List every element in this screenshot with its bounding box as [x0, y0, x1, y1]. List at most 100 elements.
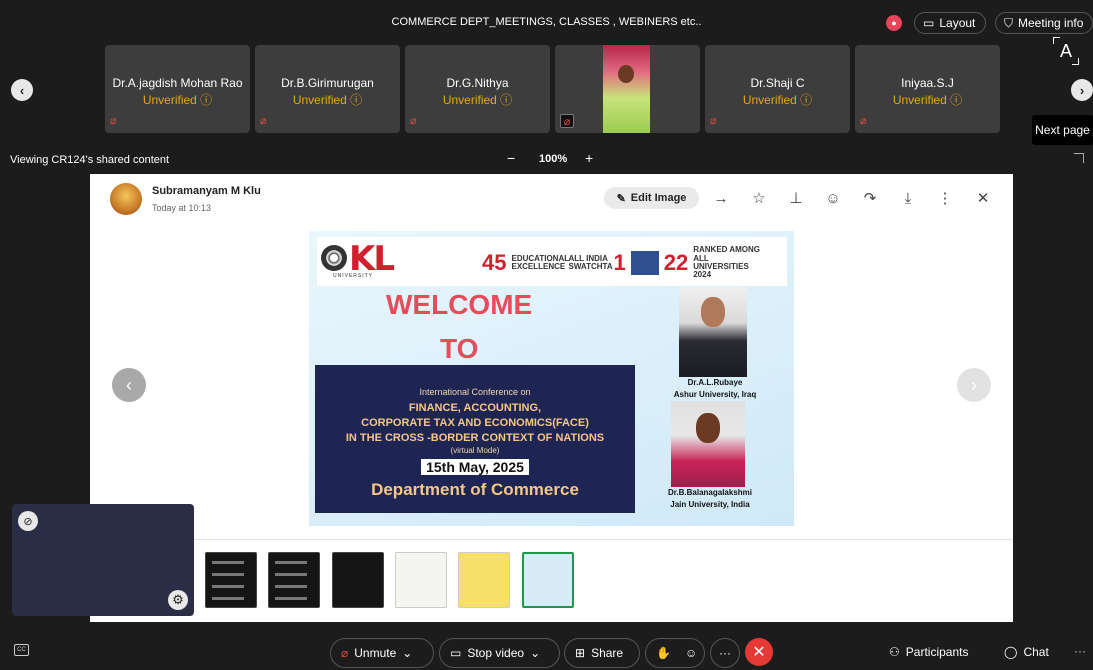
- rank-text: ALL INDIA SWATCHTA: [568, 253, 613, 271]
- text-size-icon[interactable]: A: [1053, 37, 1079, 65]
- viewing-label: Viewing CR124's shared content: [10, 154, 170, 166]
- participant-name: Dr.B.Girimurugan: [281, 76, 374, 90]
- share-icon[interactable]: ↷: [861, 188, 879, 208]
- chat-icon: ◯: [1004, 645, 1018, 659]
- participant-status: Unverified ⓘ: [892, 93, 963, 107]
- participant-status: Unverified ⓘ: [742, 93, 813, 107]
- layout-button[interactable]: ▭ Layout: [914, 12, 986, 34]
- strip-previous-button[interactable]: ‹: [11, 79, 33, 101]
- meeting-info-label: Meeting info: [1018, 16, 1084, 30]
- participant-name: Dr.Shaji C: [750, 76, 805, 90]
- mic-off-icon: ⌀: [260, 115, 267, 127]
- expand-icon[interactable]: [1074, 153, 1084, 163]
- gear-icon[interactable]: ⚙: [168, 590, 188, 610]
- image-thumbnail[interactable]: [458, 552, 510, 608]
- participant-tile[interactable]: Dr.A.jagdish Mohan Rao Unverified ⓘ ⌀: [105, 45, 250, 133]
- reactions-button[interactable]: ✋ ☺: [645, 638, 705, 668]
- pin-icon[interactable]: ⊘: [18, 511, 38, 531]
- conference-details: International Conference on FINANCE, ACC…: [315, 365, 635, 513]
- star-icon[interactable]: ☆: [750, 188, 768, 208]
- shield-icon: ⛉: [1004, 15, 1014, 30]
- mic-off-icon: ⌀: [860, 115, 867, 127]
- participant-tile[interactable]: Dr.Shaji C Unverified ⓘ ⌀: [705, 45, 850, 133]
- participant-video: [603, 45, 650, 133]
- more-icon: ···: [719, 646, 731, 660]
- share-label: Share: [591, 646, 624, 660]
- participant-tile-video[interactable]: ⌀: [555, 45, 700, 133]
- stop-video-label: Stop video: [467, 646, 525, 660]
- participant-name: Dr.A.jagdish Mohan Rao: [112, 76, 243, 90]
- zoom-in-button[interactable]: +: [585, 150, 593, 166]
- welcome-heading: WELCOME: [386, 289, 533, 320]
- image-thumbnail[interactable]: [205, 552, 257, 608]
- layout-label: Layout: [939, 16, 976, 30]
- speaker-caption: Dr.A.L.Rubaye Ashur University, Iraq: [673, 378, 757, 399]
- chevron-down-icon[interactable]: ⌄: [530, 646, 540, 660]
- participant-tile[interactable]: Dr.B.Girimurugan Unverified ⓘ ⌀: [255, 45, 400, 133]
- university-logo: KL UNIVERSITY: [321, 239, 411, 279]
- badge-icon: [630, 251, 659, 275]
- participant-status: Unverified ⓘ: [142, 93, 213, 107]
- unmute-label: Unmute: [354, 646, 397, 660]
- participant-tile[interactable]: Iniyaa.S.J Unverified ⓘ ⌀: [855, 45, 1000, 133]
- unmute-button[interactable]: ⌀ Unmute ⌄: [330, 638, 434, 668]
- participant-name: Iniyaa.S.J: [901, 76, 954, 90]
- image-thumbnail[interactable]: [395, 552, 447, 608]
- mic-off-icon: ⌀: [110, 115, 117, 127]
- end-call-button[interactable]: ✕: [745, 638, 773, 666]
- emoji-icon[interactable]: ☺: [824, 188, 842, 208]
- close-icon[interactable]: ✕: [974, 188, 992, 208]
- conference-date: 15th May, 2025: [421, 458, 529, 475]
- ranking-strip: 45 EDUCATIONAL EXCELLENCE ALL INDIA SWAT…: [482, 245, 792, 281]
- captions-icon[interactable]: CC: [14, 644, 29, 656]
- strip-next-button[interactable]: ›: [1071, 79, 1093, 101]
- image-thumbnail[interactable]: [332, 552, 384, 608]
- zoom-out-button[interactable]: −: [507, 150, 515, 166]
- participant-tile[interactable]: Dr.G.Nithya Unverified ⓘ ⌀: [405, 45, 550, 133]
- mic-off-icon: ⌀: [560, 114, 574, 128]
- more-icon[interactable]: ⋮: [936, 188, 954, 208]
- more-icon[interactable]: ···: [1074, 644, 1086, 658]
- emoji-icon[interactable]: ☺: [685, 646, 697, 660]
- download-icon[interactable]: ⤓: [899, 188, 917, 208]
- participants-label: Participants: [905, 645, 969, 659]
- participants-button[interactable]: ⚇ Participants: [889, 645, 968, 659]
- share-screen-icon: ⊞: [575, 646, 586, 660]
- next-image-button[interactable]: ›: [957, 368, 991, 402]
- chevron-down-icon[interactable]: ⌄: [402, 646, 412, 660]
- top-bar: COMMERCE DEPT_MEETINGS, CLASSES , WEBINE…: [0, 0, 1093, 44]
- camera-icon: ▭: [450, 646, 462, 660]
- layout-icon: ▭: [923, 16, 935, 30]
- conference-mode: (virtual Mode): [450, 445, 500, 455]
- previous-image-button[interactable]: ‹: [112, 368, 146, 402]
- participant-name: Dr.G.Nithya: [446, 76, 509, 90]
- pin-icon[interactable]: ⊥: [787, 188, 805, 208]
- edit-image-button[interactable]: ✎ Edit Image: [604, 187, 699, 209]
- next-page-tooltip: Next page: [1032, 115, 1093, 145]
- speaker-photo: [671, 401, 745, 487]
- stop-video-button[interactable]: ▭ Stop video ⌄: [439, 638, 560, 668]
- forward-arrow-icon[interactable]: →: [712, 188, 730, 208]
- mic-off-icon: ⌀: [710, 115, 717, 127]
- meeting-info-button[interactable]: ⛉ Meeting info: [995, 12, 1093, 34]
- image-thumbnail-selected[interactable]: [522, 552, 574, 608]
- participant-status: Unverified ⓘ: [292, 93, 363, 107]
- speaker-caption: Dr.B.Balanagalakshmi Jain University, In…: [667, 488, 753, 509]
- chat-button[interactable]: ◯ Chat: [1004, 645, 1049, 659]
- poster-header: KL UNIVERSITY 45 EDUCATIONAL EXCELLENCE …: [317, 237, 787, 286]
- department-name: Department of Commerce: [371, 479, 579, 499]
- rank-text: EDUCATIONAL EXCELLENCE: [511, 253, 569, 271]
- image-thumbnail[interactable]: [268, 552, 320, 608]
- conference-poster: KL UNIVERSITY 45 EDUCATIONAL EXCELLENCE …: [309, 231, 794, 526]
- share-button[interactable]: ⊞ Share: [564, 638, 640, 668]
- raise-hand-icon[interactable]: ✋: [656, 646, 671, 660]
- recording-icon[interactable]: ●: [886, 15, 902, 31]
- message-time: Today at 10:13: [152, 203, 212, 213]
- more-options-button[interactable]: ···: [710, 638, 740, 668]
- speaker-photo: [679, 287, 747, 377]
- chat-label: Chat: [1023, 645, 1049, 659]
- avatar: [110, 183, 142, 215]
- conference-intro: International Conference on: [419, 387, 531, 397]
- to-heading: TO: [440, 333, 479, 364]
- rank-text: RANKED AMONG ALL UNIVERSITIES 2024: [693, 245, 761, 280]
